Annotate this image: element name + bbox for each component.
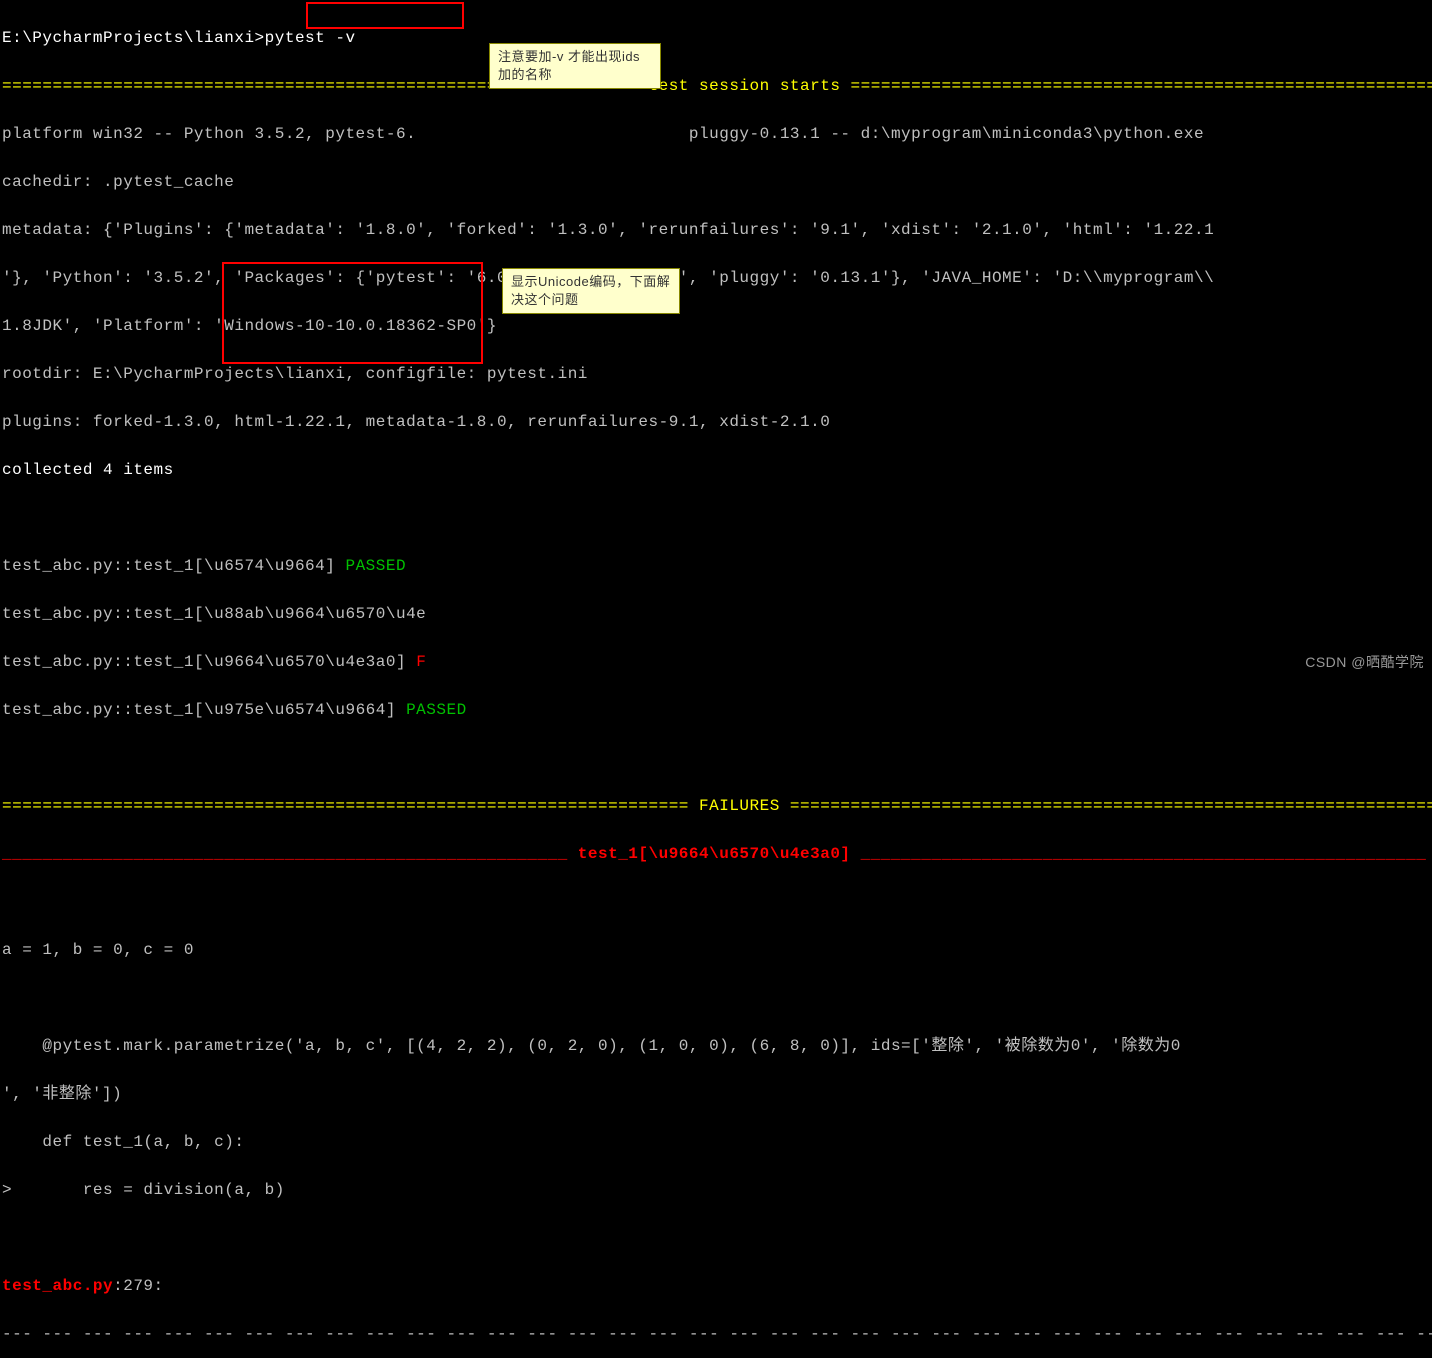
test-id: [\u9664\u6570\u4e3a0]: [194, 653, 406, 671]
annotation-middle: 显示Unicode编码，下面解决这个问题: [502, 268, 680, 314]
test-name: test_abc.py::test_1: [2, 653, 194, 671]
session-start-line: ========================================…: [2, 77, 1432, 95]
highlight-command-border: [306, 2, 464, 29]
failure-code-4: res = division(a, b): [12, 1181, 285, 1199]
collected-line: collected 4 items: [2, 461, 174, 479]
metadata-line-1: metadata: {'Plugins': {'metadata': '1.8.…: [2, 221, 1214, 239]
test-name: test_abc.py::test_1: [2, 557, 194, 575]
platform-line: platform win32 -- Python 3.5.2, pytest-6…: [2, 125, 1204, 143]
failure-code-3: def test_1(a, b, c):: [2, 1133, 244, 1151]
failure-code-1: @pytest.mark.parametrize('a, b, c', [(4,…: [2, 1037, 1181, 1055]
test-id: [\u88ab\u9664\u6570\u4e: [194, 605, 426, 623]
test-status: PASSED: [345, 557, 406, 575]
plugins-line: plugins: forked-1.3.0, html-1.22.1, meta…: [2, 413, 830, 431]
failure-code-2: ', '非整除']): [2, 1085, 122, 1103]
annotation-top: 注意要加-v 才能出现ids加的名称: [489, 43, 661, 89]
failure-file: test_abc.py: [2, 1277, 113, 1295]
failure-lineno: :279:: [113, 1277, 164, 1295]
cachedir-line: cachedir: .pytest_cache: [2, 173, 234, 191]
test-status: F: [416, 653, 426, 671]
rootdir-line: rootdir: E:\PycharmProjects\lianxi, conf…: [2, 365, 588, 383]
prompt-path: E:\PycharmProjects\lianxi>: [2, 29, 265, 47]
test-id: [\u6574\u9664]: [194, 557, 335, 575]
test-id: [\u975e\u6574\u9664]: [194, 701, 396, 719]
failure-code-4-prefix: >: [2, 1181, 12, 1199]
failures-header: ========================================…: [2, 797, 1432, 815]
watermark-text: CSDN @晒酷学院: [1305, 652, 1424, 673]
failure-vars: a = 1, b = 0, c = 0: [2, 941, 194, 959]
failures-test-header: ________________________________________…: [2, 845, 1426, 863]
test-name: test_abc.py::test_1: [2, 701, 194, 719]
highlight-tests-border: [222, 262, 483, 364]
test-name: test_abc.py::test_1: [2, 605, 194, 623]
command-text[interactable]: pytest -v: [265, 29, 356, 47]
bottom-line: --- --- --- --- --- --- --- --- --- --- …: [2, 1325, 1432, 1343]
test-status: PASSED: [406, 701, 467, 719]
